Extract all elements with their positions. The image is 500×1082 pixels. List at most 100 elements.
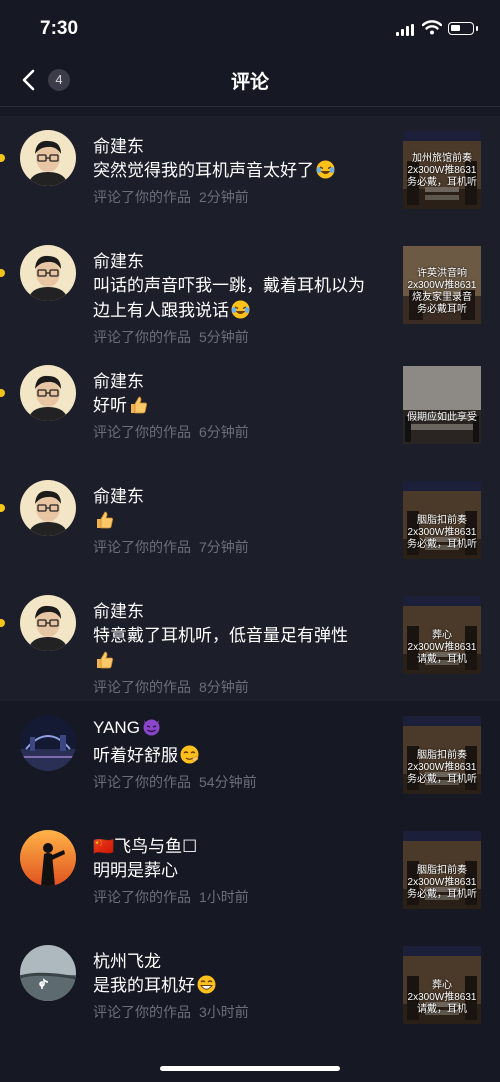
author-name: 俞建东 — [93, 372, 144, 391]
comment-action: 评论了你的作品 — [93, 329, 191, 345]
cellular-signal-icon — [396, 24, 414, 36]
avatar[interactable] — [20, 130, 76, 186]
thumbnail-caption-line — [403, 853, 481, 865]
comment-author[interactable]: 俞建东 — [93, 247, 144, 272]
thumbnail-caption-line: 务必戴，耳机听 — [407, 774, 477, 785]
thumbnail-caption-line: 葬心 — [432, 980, 452, 991]
status-bar: 7:30 — [0, 0, 500, 60]
thumbnail-caption-line: 烧友家里录音 — [412, 292, 472, 303]
thumbs-up-emoji-icon — [97, 651, 113, 669]
laughing-tears-emoji-icon — [316, 160, 335, 179]
comment-author[interactable]: 杭州飞龙 — [93, 947, 161, 972]
comment-text: 特意戴了耳机听，低音量足有弹性 — [93, 623, 393, 673]
comment-item[interactable]: 俞建东评论了你的作品 7分钟前 胭脂扣前奏 2x300W推8631 务必戴，耳机听 — [0, 466, 500, 581]
thumbnail-caption-line: 胭脂扣前奏 — [417, 865, 467, 876]
comment-item[interactable]: 杭州飞龙是我的耳机好评论了你的作品 3小时前 葬心 2x300W推8631 请戴，耳机 — [0, 931, 500, 1046]
comment-author[interactable]: YANG — [93, 717, 161, 738]
comment-action: 评论了你的作品 — [93, 1004, 191, 1020]
unread-dot — [0, 619, 5, 627]
thumbnail-caption-line: 请戴，耳机 — [417, 1004, 467, 1015]
comment-line — [93, 648, 393, 673]
video-thumbnail[interactable]: 胭脂扣前奏 2x300W推8631 务必戴，耳机听 — [403, 716, 481, 794]
thumbs-up-emoji-icon — [97, 511, 113, 529]
comment-time: 5分钟前 — [199, 329, 249, 345]
comment-meta: 评论了你的作品 7分钟前 — [93, 537, 249, 557]
avatar[interactable] — [20, 365, 76, 421]
comment-action: 评论了你的作品 — [93, 679, 191, 695]
video-thumbnail[interactable]: 葬心 2x300W推8631 请戴，耳机 — [403, 596, 481, 674]
comment-author[interactable]: 俞建东 — [93, 597, 144, 622]
devil-emoji-icon — [143, 719, 160, 736]
video-thumbnail[interactable]: 加州旅馆前奏 2x300W推8631 务必戴，耳机听 — [403, 131, 481, 209]
comment-item[interactable]: 俞建东好听评论了你的作品 6分钟前 假期应如此享受 — [0, 351, 500, 466]
comment-item[interactable]: 俞建东 特意戴了耳机听，低音量足有弹性评论了你的作品 8分钟前 葬心 2x300W推86… — [0, 581, 500, 701]
wifi-icon — [422, 20, 442, 35]
battery-icon — [448, 22, 478, 35]
thumbnail-caption-line: 务必戴耳听 — [417, 304, 467, 315]
comment-author[interactable]: 俞建东 — [93, 132, 144, 157]
video-thumbnail[interactable]: 胭脂扣前奏 2x300W推8631 务必戴，耳机听 — [403, 831, 481, 909]
comment-item[interactable]: 俞建东 叫话的声音吓我一跳，戴着耳机以为 边上有人跟我说话 评论了你的作品 5分钟前 许英… — [0, 231, 500, 351]
comment-action: 评论了你的作品 — [93, 424, 191, 440]
avatar[interactable] — [20, 945, 76, 1001]
comment-item[interactable]: 俞建东 突然觉得我的耳机声音太好了 评论了你的作品 2分钟前 加州旅馆前奏 2x300W推… — [0, 116, 500, 231]
grin-emoji-icon — [197, 975, 216, 994]
thumbnail-caption-line: 胭脂扣前奏 — [417, 750, 467, 761]
avatar[interactable] — [20, 830, 76, 886]
avatar-image — [20, 945, 76, 1001]
comment-line-text: 是我的耳机好 — [93, 976, 195, 995]
comment-time: 2分钟前 — [199, 189, 249, 205]
comment-time: 7分钟前 — [199, 539, 249, 555]
thumbnail-caption-line — [403, 618, 481, 630]
author-flag: 🇨🇳 — [93, 837, 115, 856]
thumbnail-caption-line: 请戴，耳机 — [417, 654, 467, 665]
avatar-image — [20, 130, 76, 186]
comment-time: 6分钟前 — [199, 424, 249, 440]
thumbnail-caption-line: 葬心 — [432, 630, 452, 641]
comment-line: 突然觉得我的耳机声音太好了 — [93, 158, 393, 183]
home-indicator — [160, 1066, 340, 1071]
thumbnail-caption-line: 2x300W推8631 — [407, 642, 477, 653]
comment-author[interactable]: 🇨🇳飞鸟与鱼☐ — [93, 832, 197, 857]
comment-time: 54分钟前 — [199, 774, 257, 790]
thumbnail-caption-line: 胭脂扣前奏 — [417, 515, 467, 526]
comment-author[interactable]: 俞建东 — [93, 482, 144, 507]
comment-line: 是我的耳机好 — [93, 973, 393, 998]
comment-meta: 评论了你的作品 5分钟前 — [93, 327, 249, 347]
comment-item[interactable]: 🇨🇳飞鸟与鱼☐ 明明是葬心 评论了你的作品 1小时前 胭脂扣前奏 2x300W推8631 务… — [0, 816, 500, 931]
comment-text: 听着好舒服 — [93, 743, 393, 768]
comment-line-text: 突然觉得我的耳机声音太好了 — [93, 161, 314, 180]
video-thumbnail[interactable]: 假期应如此享受 — [403, 366, 481, 444]
comment-meta: 评论了你的作品 6分钟前 — [93, 422, 249, 442]
comment-meta: 评论了你的作品 8分钟前 — [93, 677, 249, 697]
comment-line-text: 边上有人跟我说话 — [93, 301, 229, 320]
avatar[interactable] — [20, 715, 76, 771]
comment-text — [93, 508, 393, 533]
video-thumbnail[interactable]: 胭脂扣前奏 2x300W推8631 务必戴，耳机听 — [403, 481, 481, 559]
video-thumbnail[interactable]: 许英洪音响 2x300W推8631 烧友家里录音 务必戴耳听 — [403, 246, 481, 324]
thumbnail-caption-line: 2x300W推8631 — [407, 527, 477, 538]
unread-dot — [0, 269, 5, 277]
author-name: 飞鸟与鱼 — [114, 837, 183, 856]
comment-line: 听着好舒服 — [93, 743, 393, 768]
comment-line: 好听 — [93, 393, 393, 418]
unread-dot — [0, 389, 5, 397]
thumbnail-caption: 加州旅馆前奏 2x300W推8631 务必戴，耳机听 — [403, 153, 481, 189]
comment-author[interactable]: 俞建东 — [93, 367, 144, 392]
avatar[interactable] — [20, 480, 76, 536]
thumbnail-caption-line — [403, 503, 481, 515]
comment-line: 明明是葬心 — [93, 858, 393, 883]
thumbnail-caption-line: 加州旅馆前奏 — [412, 153, 472, 164]
comment-line: 边上有人跟我说话 — [93, 298, 393, 323]
avatar-image — [20, 365, 76, 421]
comment-item[interactable]: YANG 听着好舒服 评论了你的作品 54分钟前 胭脂扣前奏 2x300W推8631 务必戴… — [0, 701, 500, 816]
video-thumbnail[interactable]: 葬心 2x300W推8631 请戴，耳机 — [403, 946, 481, 1024]
avatar[interactable] — [20, 595, 76, 651]
comment-meta: 评论了你的作品 3小时前 — [93, 1002, 249, 1022]
avatar[interactable] — [20, 245, 76, 301]
status-time: 7:30 — [40, 18, 79, 39]
author-name: YANG — [93, 718, 140, 737]
comment-line: 特意戴了耳机听，低音量足有弹性 — [93, 623, 393, 648]
battery-level — [451, 25, 460, 31]
comment-line — [93, 508, 393, 533]
